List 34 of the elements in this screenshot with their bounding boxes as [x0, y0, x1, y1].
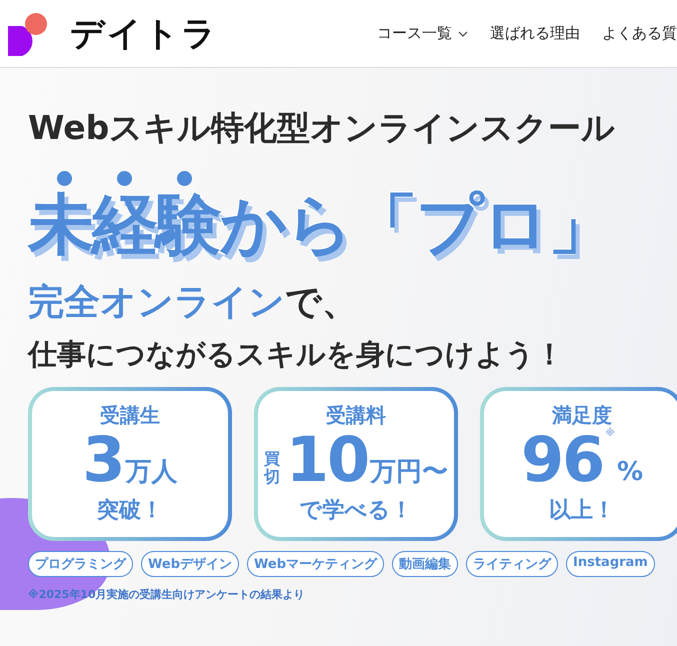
- lead-text: 完全オンラインで、: [28, 280, 359, 325]
- headline-emphasis: 未経験: [28, 189, 220, 262]
- stat-unit: %: [616, 459, 644, 486]
- logo-text: デイトラ: [70, 12, 218, 56]
- nav-link[interactable]: よくある質: [602, 24, 677, 43]
- emphasis-dot: [176, 171, 192, 186]
- course-tag: 動画編集: [392, 550, 458, 577]
- stat-note: 以上！: [549, 497, 615, 526]
- stat-unit: 万人: [126, 459, 178, 486]
- logo-icon: [8, 12, 48, 56]
- course-tag: プログラミング: [28, 550, 133, 577]
- tagline: Webスキル特化型オンラインスクール: [28, 107, 616, 149]
- course-tag: ライティング: [466, 550, 558, 577]
- stat-label: 満足度: [552, 402, 612, 428]
- stat-value: 96: [520, 429, 604, 492]
- sub-heading: 仕事につながるスキルを身につけよう！: [28, 336, 565, 373]
- chevron-down-icon: [458, 30, 468, 36]
- stat-label: 受講料: [326, 402, 386, 430]
- emphasis-dot: [116, 171, 132, 186]
- stat-note: で学べる！: [300, 497, 412, 526]
- stat-note: 突破！: [97, 497, 163, 526]
- nav-link[interactable]: コース一覧: [377, 24, 468, 43]
- stat-prefix: 買切: [264, 450, 280, 486]
- course-tag: Instagram: [566, 550, 655, 577]
- stat-label: 受講生: [100, 402, 160, 430]
- stat-value: 3: [82, 429, 124, 492]
- stat-value: 10: [286, 429, 368, 492]
- note-mark: ※: [605, 429, 615, 440]
- course-tag: Webマーケティング: [247, 550, 384, 577]
- headline-text: から「プロ」: [220, 189, 612, 262]
- stat-unit: 万円〜: [370, 459, 448, 486]
- emphasis-dot: [56, 171, 72, 186]
- course-tag: Webデザイン: [141, 550, 239, 577]
- nav-link[interactable]: 選ばれる理由: [490, 24, 580, 43]
